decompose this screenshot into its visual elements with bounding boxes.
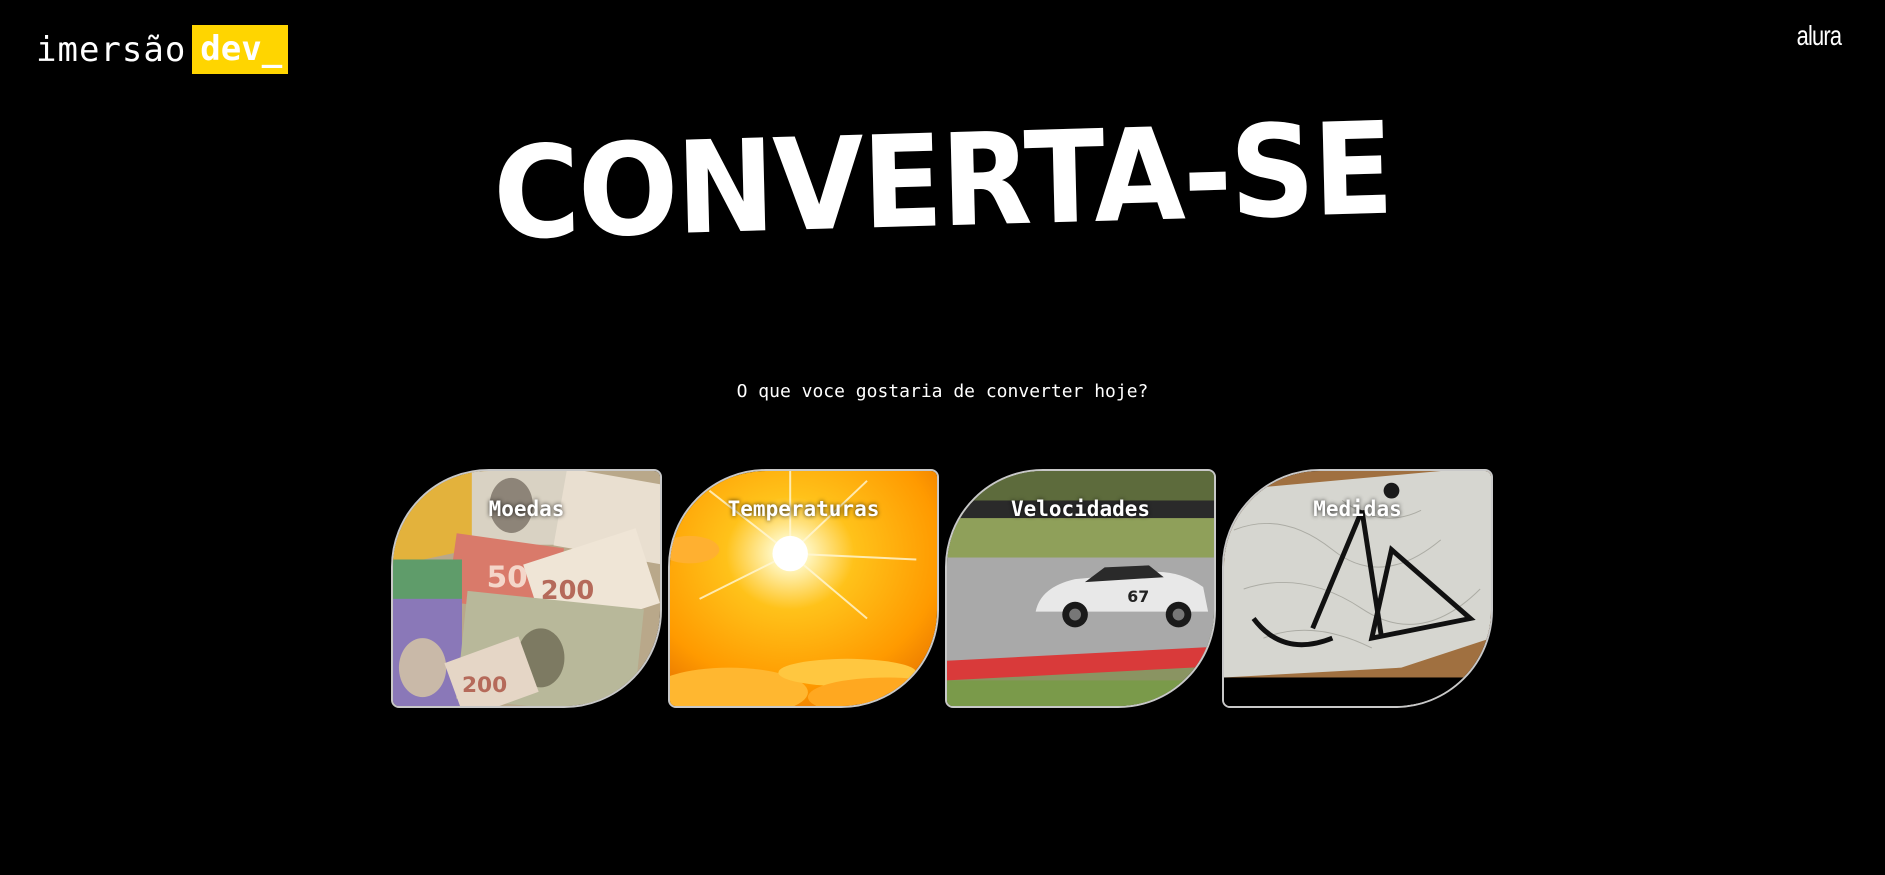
card-moedas[interactable]: 50 200 200 Moedas <box>391 469 662 708</box>
svg-text:67: 67 <box>1127 587 1149 606</box>
card-label: Temperaturas <box>727 497 880 521</box>
card-label: Velocidades <box>1010 497 1151 521</box>
svg-text:200: 200 <box>462 673 507 698</box>
page-subtitle: O que voce gostaria de converter hoje? <box>736 381 1149 402</box>
svg-text:50: 50 <box>487 560 528 594</box>
card-label: Medidas <box>1313 497 1402 521</box>
logo-text: imersão <box>36 29 187 70</box>
page-title: CONVERTA-SE <box>491 93 1394 269</box>
alura-logo: alura <box>1796 20 1841 51</box>
card-velocidades[interactable]: 67 Velocidades <box>945 469 1216 708</box>
card-label: Moedas <box>488 497 565 521</box>
logo-badge: dev_ <box>192 25 289 74</box>
card-temperaturas[interactable]: Temperaturas <box>668 469 939 708</box>
imersao-dev-logo: imersão dev_ <box>36 25 289 74</box>
converter-cards: 50 200 200 Moedas Temperaturas 67 Veloci… <box>391 469 1493 708</box>
card-medidas[interactable]: Medidas <box>1222 469 1493 708</box>
